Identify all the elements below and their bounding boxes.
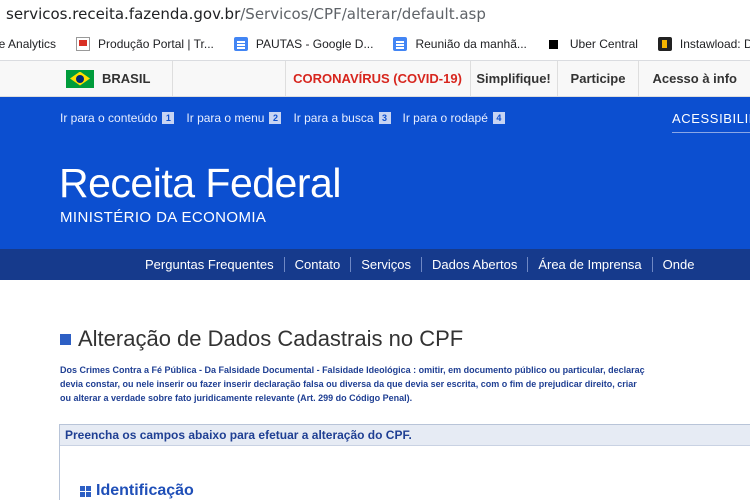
skip-link-label: Ir para a busca bbox=[293, 111, 374, 125]
bookmark-pautas[interactable]: PAUTAS - Google D... bbox=[233, 37, 374, 51]
gov-brasil-label: BRASIL bbox=[102, 71, 151, 86]
brazil-flag-icon bbox=[66, 69, 94, 88]
skip-link-label: Ir para o conteúdo bbox=[60, 111, 158, 125]
instawload-icon bbox=[657, 37, 672, 51]
grid-icon bbox=[80, 485, 91, 497]
gov-participe-link[interactable]: Participe bbox=[558, 61, 640, 96]
accessibility-link[interactable]: ACESSIBILIDADE bbox=[672, 111, 750, 133]
gov-acesso-link[interactable]: Acesso à info bbox=[639, 61, 750, 96]
address-bar[interactable]: servicos.receita.fazenda.gov.br/Servicos… bbox=[0, 0, 750, 28]
gov-brasil-link[interactable]: BRASIL bbox=[0, 61, 174, 96]
bookmark-instawload[interactable]: Instawload: Do bbox=[657, 37, 750, 51]
bookmark-label: Instawload: Do bbox=[679, 37, 750, 51]
skip-to-footer[interactable]: Ir para o rodapé 4 bbox=[403, 111, 505, 125]
bookmark-reuniao[interactable]: Reunião da manhã... bbox=[393, 37, 527, 51]
skip-link-label: Ir para o menu bbox=[186, 111, 265, 125]
skip-link-label: Ir para o rodapé bbox=[402, 111, 488, 125]
legal-notice: Dos Crimes Contra a Fé Pública - Da Fals… bbox=[60, 363, 750, 406]
google-docs-icon bbox=[233, 37, 248, 51]
square-bullet-icon bbox=[60, 333, 71, 345]
bookmarks-bar: le Analytics Produção Portal | Tr... PAU… bbox=[0, 28, 750, 61]
menu-onde[interactable]: Onde bbox=[653, 257, 705, 272]
portal-icon bbox=[76, 37, 91, 51]
skip-to-menu[interactable]: Ir para o menu 2 bbox=[186, 111, 282, 125]
legal-line: ou alterar a verdade sobre fato juridica… bbox=[60, 393, 413, 403]
access-key: 3 bbox=[378, 112, 391, 124]
bookmark-label: Uber Central bbox=[569, 37, 638, 51]
menu-dados-abertos[interactable]: Dados Abertos bbox=[422, 257, 529, 272]
url-path: /Servicos/CPF/alterar/default.asp bbox=[240, 5, 486, 23]
main-content: Alteração de Dados Cadastrais no CPF Dos… bbox=[0, 280, 750, 500]
site-title[interactable]: Receita Federal bbox=[59, 160, 341, 207]
legal-line: devia constar, ou nele inserir ou fazer … bbox=[60, 379, 637, 389]
menu-contato[interactable]: Contato bbox=[285, 257, 352, 272]
menu-perguntas-frequentes[interactable]: Perguntas Frequentes bbox=[135, 257, 285, 272]
bookmark-label: Produção Portal | Tr... bbox=[98, 37, 214, 51]
bookmark-label: PAUTAS - Google D... bbox=[255, 37, 374, 51]
main-menu: Perguntas Frequentes Contato Serviços Da… bbox=[0, 249, 750, 280]
gov-covid-link[interactable]: CORONAVÍRUS (COVID-19) bbox=[286, 61, 471, 96]
access-key: 4 bbox=[492, 112, 505, 124]
site-header: Ir para o conteúdo 1 Ir para o menu 2 Ir p… bbox=[0, 97, 750, 249]
section-title: Identificação bbox=[96, 482, 194, 499]
page-title-text: Alteração de Dados Cadastrais no CPF bbox=[78, 326, 464, 351]
google-docs-icon bbox=[393, 37, 408, 51]
menu-area-de-imprensa[interactable]: Área de Imprensa bbox=[528, 257, 653, 272]
form-container: Preencha os campos abaixo para efetuar a… bbox=[59, 424, 750, 500]
site-subtitle: MINISTÉRIO DA ECONOMIA bbox=[60, 209, 267, 226]
section-identificacao: Identificação bbox=[80, 482, 194, 500]
bookmark-label: le Analytics bbox=[0, 37, 57, 51]
gov-barra: BRASIL CORONAVÍRUS (COVID-19) Simplifiqu… bbox=[0, 61, 750, 97]
legal-line: Dos Crimes Contra a Fé Pública - Da Fals… bbox=[60, 365, 645, 375]
uber-icon bbox=[548, 39, 558, 49]
access-key: 1 bbox=[162, 112, 175, 124]
skip-links: Ir para o conteúdo 1 Ir para o menu 2 Ir p… bbox=[60, 111, 517, 125]
gov-spacer bbox=[173, 61, 286, 96]
menu-servicos[interactable]: Serviços bbox=[351, 257, 423, 272]
url-host: servicos.receita.fazenda.gov.br bbox=[6, 5, 241, 23]
bookmark-uber-central[interactable]: Uber Central bbox=[547, 37, 638, 51]
gov-simplifique-link[interactable]: Simplifique! bbox=[471, 61, 558, 96]
access-key: 2 bbox=[269, 112, 282, 124]
bookmark-label: Reunião da manhã... bbox=[415, 37, 527, 51]
skip-to-search[interactable]: Ir para a busca 3 bbox=[293, 111, 391, 125]
bookmark-producao-portal[interactable]: Produção Portal | Tr... bbox=[76, 37, 214, 51]
form-hint: Preencha os campos abaixo para efetuar a… bbox=[60, 425, 750, 446]
page-title: Alteração de Dados Cadastrais no CPF bbox=[60, 326, 463, 352]
skip-to-content[interactable]: Ir para o conteúdo 1 bbox=[60, 111, 175, 125]
bookmark-analytics[interactable]: le Analytics bbox=[0, 37, 56, 51]
